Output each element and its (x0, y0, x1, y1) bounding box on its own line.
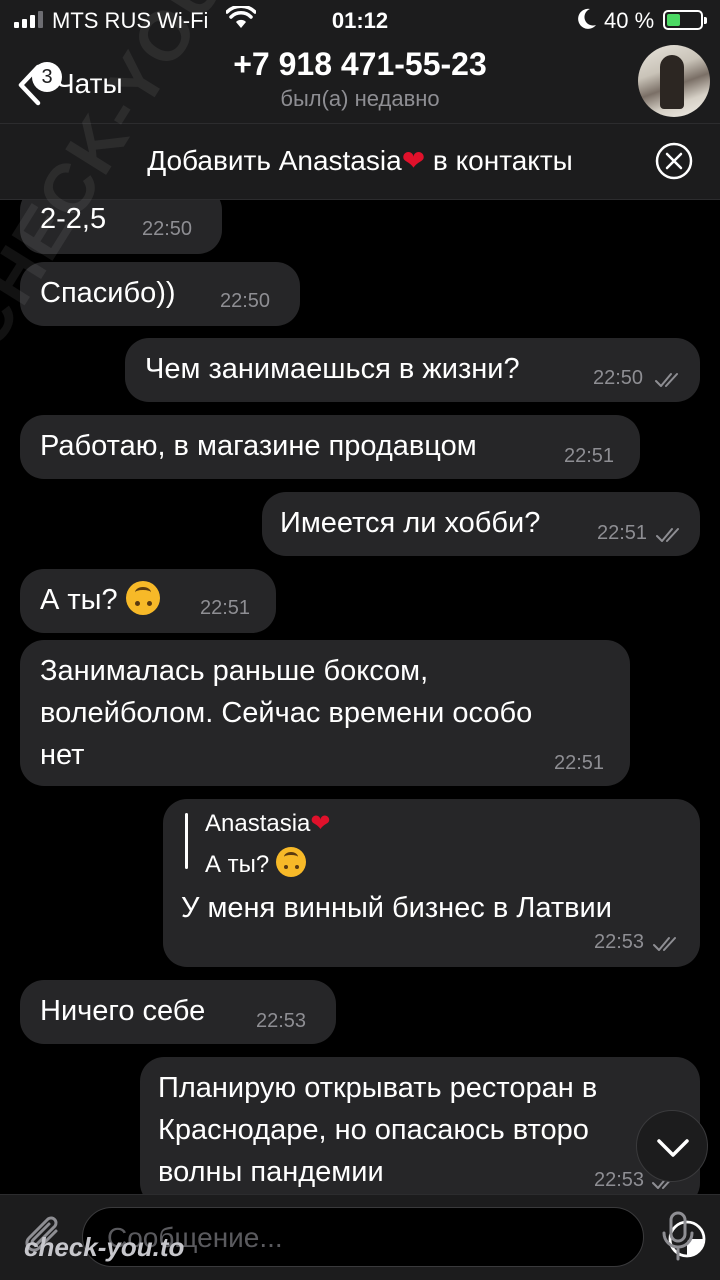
status-bar: MTS RUS Wi-Fi 01:12 40 % (0, 0, 720, 40)
message-incoming[interactable]: 2-2,5 22:50 (20, 200, 222, 254)
reply-text: А ты? (205, 847, 306, 881)
battery-percent: 40 % (604, 8, 655, 33)
message-time: 22:50 (142, 218, 193, 240)
message-time: 22:51 (554, 752, 605, 774)
avatar[interactable] (638, 45, 710, 117)
message-time: 22:50 (593, 367, 644, 389)
message-list[interactable]: 2-2,5 22:50 Спасибо)) 22:50 Чем занимаеш… (0, 200, 720, 1194)
add-contact-text: Добавить Anastasia (147, 145, 402, 176)
last-seen-status: был(а) недавно (280, 86, 440, 111)
double-check-icon (656, 528, 679, 542)
add-contact-text-suffix: в контакты (425, 145, 573, 176)
heart-icon: ❤ (401, 145, 426, 176)
message-outgoing[interactable]: Чем занимаешься в жизни? 22:50 (125, 338, 700, 402)
message-text: Имеется ли хобби? (280, 507, 541, 539)
chat-header: Чаты 3 +7 918 471-55-23 был(а) недавно (0, 40, 720, 124)
message-placeholder: Сообщение... (107, 1222, 283, 1253)
message-text-line: волейболом. Сейчас времени особо (40, 697, 533, 729)
message-text: 2-2,5 (40, 203, 107, 235)
message-text-line: Занималась раньше боксом, (40, 655, 429, 687)
message-time: 22:50 (220, 290, 271, 312)
message-time: 22:51 (564, 445, 615, 467)
message-text-line: нет (40, 739, 85, 771)
scroll-down-button[interactable] (636, 1110, 708, 1182)
message-time: 22:51 (597, 522, 648, 544)
message-input[interactable]: Сообщение... (82, 1207, 706, 1267)
reply-quote-bar (185, 813, 188, 869)
message-input-bar: Сообщение... (0, 1194, 720, 1280)
message-incoming[interactable]: А ты? 22:51 (20, 569, 276, 633)
moon-icon (576, 7, 598, 37)
message-text: Работаю, в магазине продавцом (40, 430, 477, 462)
battery-icon (663, 10, 707, 30)
message-text-line: волны пандемии (158, 1156, 384, 1188)
double-check-icon (653, 937, 676, 951)
reply-author-name: Anastasia (205, 810, 311, 837)
message-text: Спасибо)) (40, 277, 176, 309)
message-incoming[interactable]: Работаю, в магазине продавцом 22:51 (20, 415, 640, 479)
add-contact-button[interactable]: Добавить Anastasia❤ в контакты (0, 144, 720, 177)
message-incoming[interactable]: Ничего себе 22:53 (20, 980, 336, 1044)
message-outgoing[interactable]: Anastasia❤ А ты? У меня винный бизнес в … (163, 799, 700, 967)
message-incoming[interactable]: Занималась раньше боксом, волейболом. Се… (20, 640, 630, 786)
message-time: 22:53 (594, 931, 645, 953)
chat-title[interactable]: +7 918 471-55-23 (0, 46, 720, 83)
message-text: Ничего себе (40, 995, 206, 1027)
heart-icon: ❤ (310, 810, 331, 837)
message-text: Чем занимаешься в жизни? (145, 353, 520, 385)
microphone-icon[interactable] (660, 1211, 696, 1263)
message-text: А ты? (40, 579, 160, 621)
message-text-line: Краснодаре, но опасаюсь второ (158, 1114, 589, 1146)
message-outgoing[interactable]: Имеется ли хобби? 22:51 (262, 492, 700, 556)
reply-text-content: А ты? (205, 851, 270, 878)
reply-author[interactable]: Anastasia❤ (205, 809, 331, 839)
close-icon[interactable] (655, 142, 693, 180)
upside-down-face-icon (275, 847, 306, 877)
double-check-icon (655, 373, 678, 387)
message-text-line: Планирую открывать ресторан в (158, 1072, 598, 1104)
paperclip-icon[interactable] (20, 1211, 68, 1261)
upside-down-face-icon (125, 581, 160, 615)
message-text: У меня винный бизнес в Латвии (181, 892, 612, 924)
message-outgoing[interactable]: Планирую открывать ресторан в Краснодаре… (140, 1057, 700, 1194)
add-contact-banner: Добавить Anastasia❤ в контакты (0, 124, 720, 200)
chevron-down-icon (657, 1139, 689, 1157)
message-incoming[interactable]: Спасибо)) 22:50 (20, 262, 300, 326)
message-time: 22:53 (256, 1010, 307, 1032)
message-text-content: А ты? (40, 584, 118, 616)
message-time: 22:51 (200, 597, 251, 619)
